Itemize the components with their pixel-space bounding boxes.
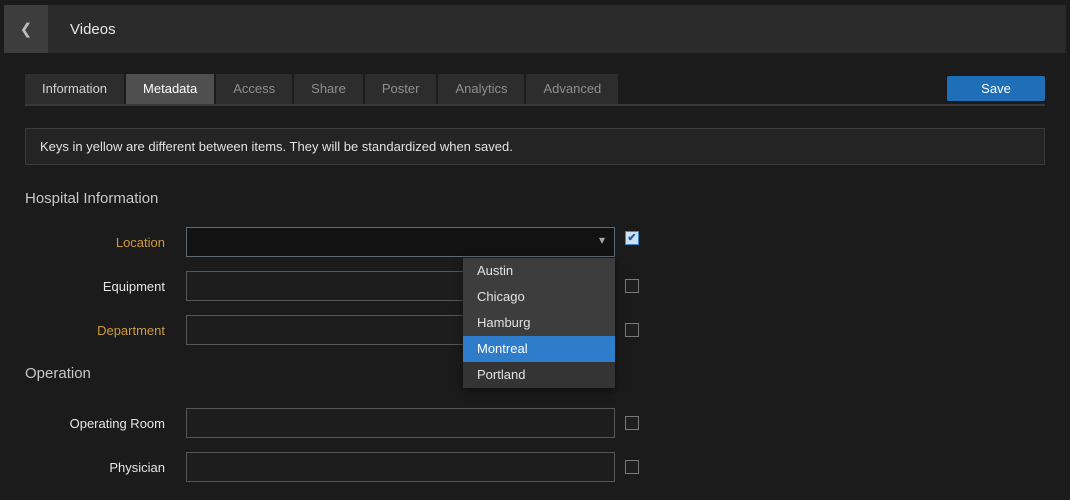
save-button[interactable]: Save: [947, 76, 1045, 101]
equipment-checkbox[interactable]: [625, 279, 639, 293]
tab-share[interactable]: Share: [294, 74, 363, 104]
back-button[interactable]: [4, 5, 48, 53]
form-row-physician: Physician: [25, 452, 1045, 482]
page-title: Videos: [70, 21, 116, 38]
dropdown-option-chicago[interactable]: Chicago: [463, 284, 615, 310]
physician-label: Physician: [25, 452, 165, 475]
tab-advanced[interactable]: Advanced: [526, 74, 618, 104]
physician-checkbox[interactable]: [625, 460, 639, 474]
physician-input[interactable]: [186, 452, 615, 482]
form-row-operating-room: Operating Room: [25, 408, 1045, 438]
location-label: Location: [25, 227, 165, 250]
physician-input-wrap: [186, 452, 615, 482]
tab-bar: Information Metadata Access Share Poster…: [25, 74, 1045, 106]
dropdown-option-portland[interactable]: Portland: [463, 362, 615, 388]
metadata-form: Hospital Information Location Austin Chi…: [0, 190, 1070, 482]
section-title-hospital-information: Hospital Information: [25, 190, 1045, 207]
chevron-down-icon: [599, 233, 605, 247]
equipment-label: Equipment: [25, 271, 165, 294]
location-select[interactable]: [186, 227, 615, 257]
chevron-left-icon: [20, 20, 33, 38]
tab-poster[interactable]: Poster: [365, 74, 437, 104]
department-checkbox[interactable]: [625, 323, 639, 337]
tab-access[interactable]: Access: [216, 74, 292, 104]
operating-room-checkbox[interactable]: [625, 416, 639, 430]
notice-banner: Keys in yellow are different between ite…: [25, 128, 1045, 165]
location-checkbox[interactable]: [625, 231, 639, 245]
tab-metadata[interactable]: Metadata: [126, 74, 214, 104]
form-row-location: Location Austin Chicago Hamburg Montreal…: [25, 227, 1045, 257]
dropdown-option-montreal[interactable]: Montreal: [463, 336, 615, 362]
dropdown-option-austin[interactable]: Austin: [463, 258, 615, 284]
location-input-wrap: Austin Chicago Hamburg Montreal Portland: [186, 227, 615, 257]
tab-analytics[interactable]: Analytics: [438, 74, 524, 104]
location-dropdown: Austin Chicago Hamburg Montreal Portland: [463, 258, 615, 388]
tab-information[interactable]: Information: [25, 74, 124, 104]
operating-room-label: Operating Room: [25, 408, 165, 431]
header: Videos: [4, 5, 1066, 53]
dropdown-option-hamburg[interactable]: Hamburg: [463, 310, 615, 336]
operating-room-input-wrap: [186, 408, 615, 438]
operating-room-input[interactable]: [186, 408, 615, 438]
department-label: Department: [25, 315, 165, 338]
